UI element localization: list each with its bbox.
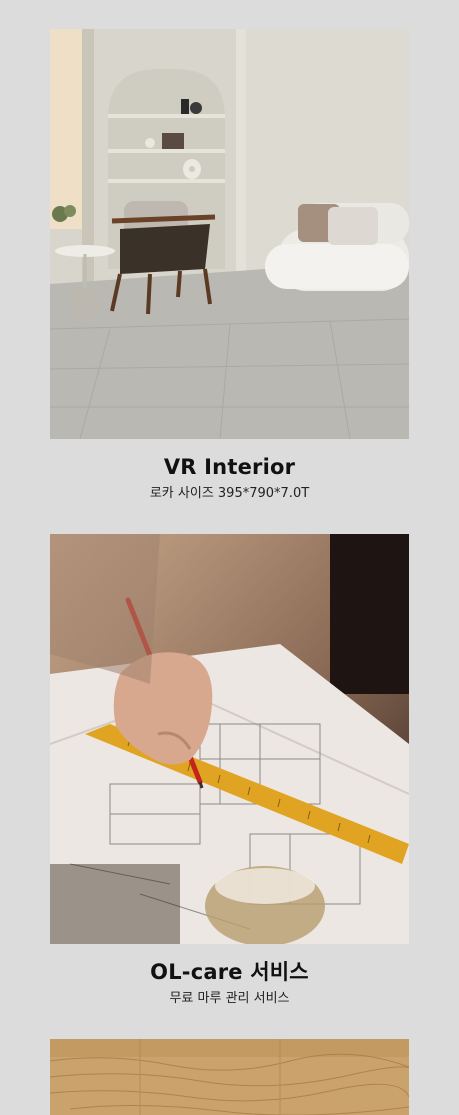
product-subtitle: 로카 사이즈 395*790*7.0T xyxy=(149,486,310,501)
product-title[interactable]: VR Interior xyxy=(50,453,409,481)
product-card[interactable]: VR Interior 로카 사이즈 395*790*7.0T xyxy=(50,29,409,503)
product-image-drafting[interactable] xyxy=(50,534,409,944)
product-subtitle: 무료 마루 관리 서비스 xyxy=(169,991,290,1006)
product-card[interactable]: OL-care 서비스 무료 마루 관리 서비스 xyxy=(50,534,409,1008)
product-title[interactable]: OL-care 서비스 xyxy=(50,958,409,986)
product-image-wood-floor[interactable] xyxy=(50,1039,409,1115)
product-image-living-room[interactable] xyxy=(50,29,409,439)
product-card[interactable] xyxy=(50,1039,409,1115)
